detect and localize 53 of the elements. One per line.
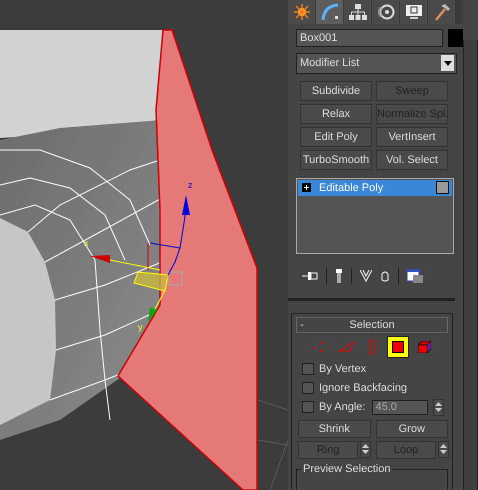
axis-label: z [188,180,192,190]
command-tab[interactable] [400,0,427,24]
border-icon [367,338,377,355]
curve-icon [320,3,338,21]
option-label: By Angle: [319,401,366,414]
modifier-button[interactable]: Subdivide [300,80,372,101]
modifier-button[interactable]: Edit Poly [300,126,372,147]
checkbox[interactable] [302,401,314,414]
stack-item[interactable]: Editable Poly [298,180,452,196]
hierarchy-icon [348,4,366,20]
command-tab[interactable] [372,0,399,24]
modifier-button[interactable]: Vol. Select [376,150,448,170]
toggle-square-icon[interactable] [436,181,449,194]
axis-label: x [84,238,88,248]
spinner-arrows-icon[interactable] [360,440,371,458]
subobject-button[interactable] [387,336,409,358]
configure-sets-icon[interactable] [407,268,423,283]
dropdown-arrow-icon [444,60,452,66]
spinner-arrows-icon[interactable] [438,440,449,458]
modifier-list-dropdown[interactable]: Modifier List [296,53,457,74]
selection-button[interactable]: Shrink [298,420,370,438]
color-swatch[interactable] [448,29,463,47]
polygon-icon [392,340,404,353]
pin-icon[interactable] [302,270,318,282]
vertex-icon [313,340,327,353]
object-name-field[interactable]: Box001 [296,29,443,47]
modifier-button[interactable]: TurboSmooth [300,150,372,170]
command-tab[interactable] [428,0,455,24]
starburst-icon [294,4,310,20]
group-title: Preview Selection [301,462,392,475]
show-result-icon[interactable] [335,268,343,283]
axis-label: y [138,322,142,332]
rollout-header[interactable]: - Selection [296,316,448,333]
option-label: Ignore Backfacing [319,382,408,394]
selection-button[interactable]: Grow [376,420,448,438]
checkbox[interactable] [302,363,314,376]
expand-icon[interactable] [302,183,311,192]
unique-icon[interactable] [360,270,372,282]
checkbox[interactable] [302,382,314,394]
scrollbar[interactable] [463,40,478,490]
stack-item-label: Editable Poly [319,182,384,194]
spinner-arrows-icon[interactable] [433,398,444,416]
remove-modifier-icon[interactable] [380,270,390,282]
triangle-icon [338,340,354,353]
cube-icon [418,340,430,353]
option-label: By Vertex [319,363,366,376]
monitor-icon [404,4,422,20]
transform-gizmo[interactable] [90,195,190,322]
motion-icon [376,4,394,20]
modifier-button[interactable]: VertInsert [376,126,448,147]
modifier-button[interactable]: Relax [300,104,372,124]
hammer-icon [432,3,450,21]
command-tab[interactable] [344,0,371,24]
